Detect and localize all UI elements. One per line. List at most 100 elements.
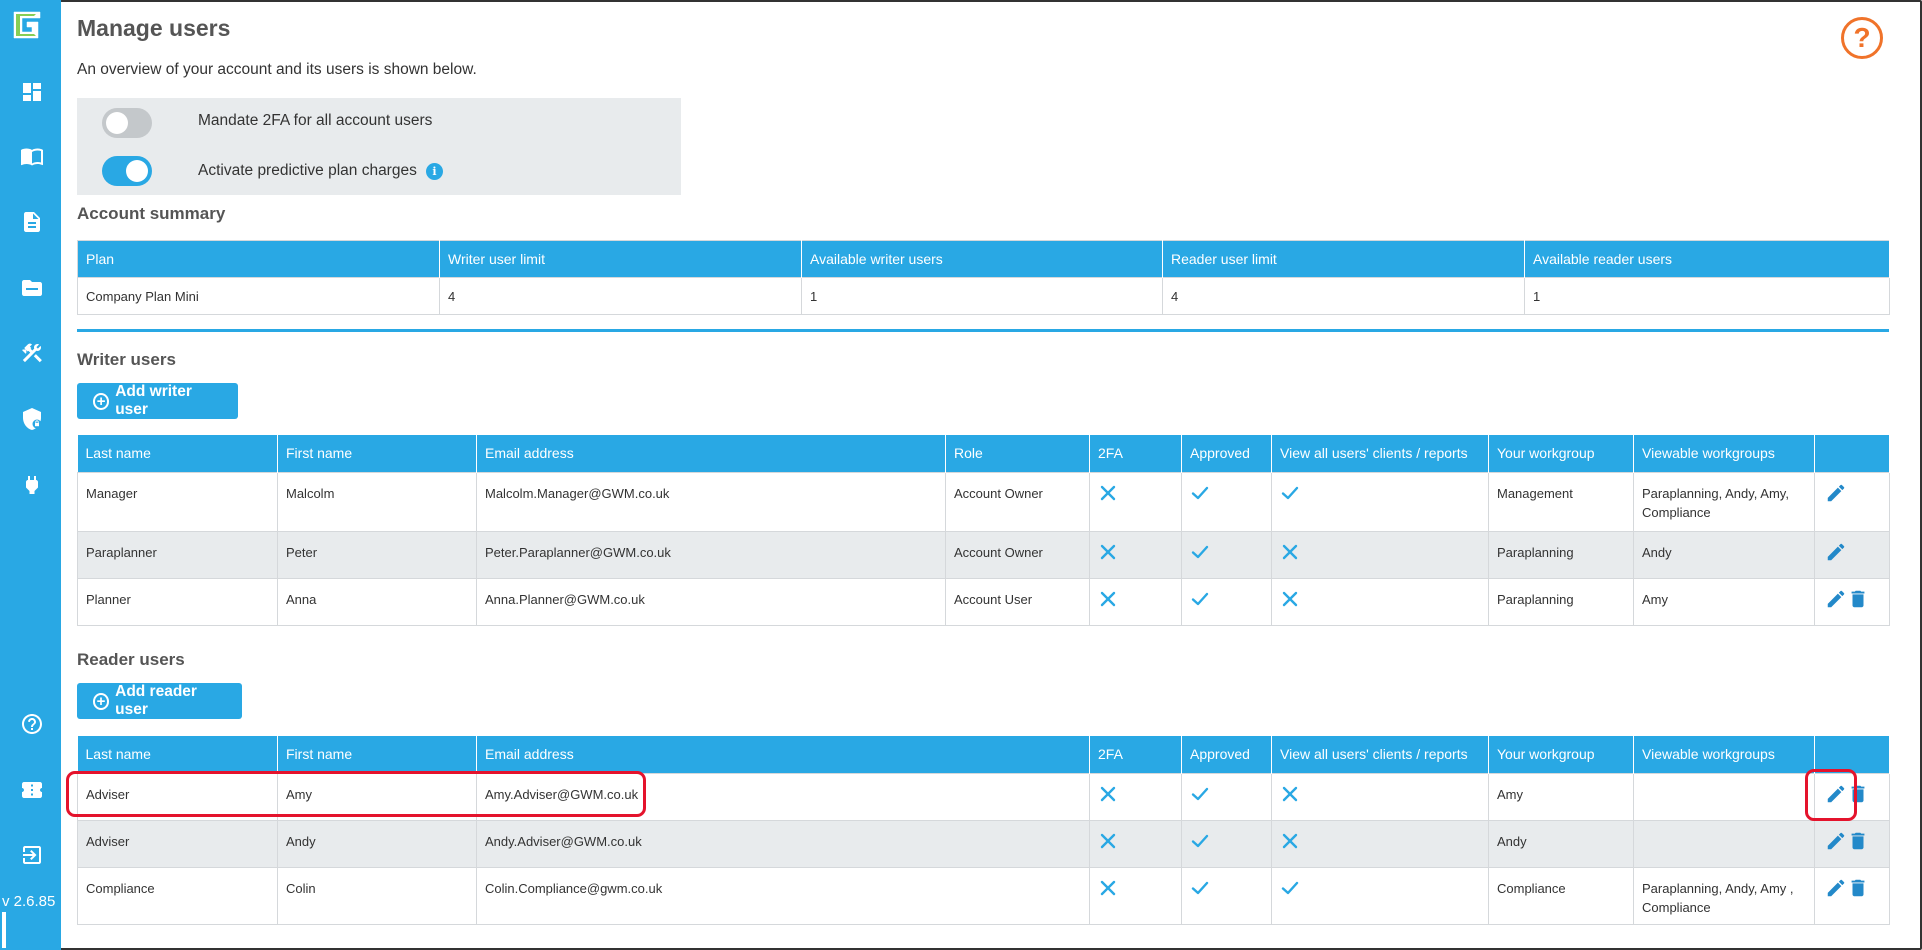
column-header: Viewable workgroups: [1633, 736, 1815, 773]
predictive-charges-toggle[interactable]: [102, 156, 152, 186]
approved-cell: [1181, 866, 1272, 925]
delete-icon[interactable]: [1847, 588, 1869, 610]
highlight-amy-row: [66, 771, 646, 817]
highlight-edit-button: [1805, 769, 1857, 821]
check-icon: [1190, 483, 1210, 503]
row-actions: [1814, 866, 1890, 925]
version-label: v 2.6.85: [2, 893, 56, 910]
check-icon: [1190, 878, 1210, 898]
row-actions: [1814, 577, 1890, 626]
cross-icon: [1098, 542, 1118, 562]
table-row[interactable]: Manager Malcolm Malcolm.Manager@GWM.co.uk A…: [77, 471, 1890, 532]
edit-icon[interactable]: [1825, 830, 1847, 852]
last-name-cell: Adviser: [77, 819, 278, 868]
twofa-cell: [1089, 772, 1182, 821]
last-name-cell: Paraplanner: [77, 530, 278, 579]
column-header: Email address: [476, 736, 1090, 773]
view-all-cell: [1271, 530, 1489, 579]
first-name-cell: Colin: [277, 866, 477, 925]
delete-icon[interactable]: [1847, 830, 1869, 852]
column-header: 2FA: [1089, 435, 1182, 472]
row-actions: [1814, 471, 1890, 532]
writer-limit-value: 4: [439, 277, 802, 315]
section-divider: [77, 329, 1889, 332]
workgroup-cell: Andy: [1488, 819, 1634, 868]
available-readers-value: 1: [1524, 277, 1890, 315]
settings-panel: Mandate 2FA for all account users Activa…: [77, 98, 681, 195]
add-writer-user-button[interactable]: + Add writer user: [77, 383, 238, 419]
plug-icon[interactable]: [19, 472, 45, 498]
workgroup-cell: Management: [1488, 471, 1634, 532]
add-reader-user-label: Add reader user: [115, 683, 197, 718]
help-button[interactable]: ?: [1841, 17, 1883, 59]
header-plan: Plan: [77, 240, 440, 278]
approved-cell: [1181, 819, 1272, 868]
edit-icon[interactable]: [1825, 588, 1847, 610]
viewable-workgroups-cell: Paraplanning, Andy, Amy , Compliance: [1633, 866, 1815, 925]
first-name-cell: Malcolm: [277, 471, 477, 532]
writer-users-title: Writer users: [77, 350, 176, 369]
mandate-2fa-label: Mandate 2FA for all account users: [198, 112, 433, 129]
cross-icon: [1098, 589, 1118, 609]
approved-cell: [1181, 577, 1272, 626]
table-row[interactable]: Planner Anna Anna.Planner@GWM.co.uk Account…: [77, 577, 1890, 626]
check-icon: [1190, 542, 1210, 562]
add-reader-user-button[interactable]: + Add reader user: [77, 683, 242, 719]
workgroup-cell: Compliance: [1488, 866, 1634, 925]
cross-icon: [1280, 589, 1300, 609]
toggle-knob: [106, 112, 128, 134]
info-icon[interactable]: i: [426, 163, 443, 180]
check-icon: [1280, 483, 1300, 503]
plus-circle-icon: +: [93, 392, 110, 410]
folder-icon[interactable]: [19, 275, 45, 301]
viewable-workgroups-cell: Andy: [1633, 530, 1815, 579]
tools-icon[interactable]: [19, 340, 45, 366]
help-circle-icon[interactable]: [19, 711, 45, 737]
delete-icon[interactable]: [1847, 877, 1869, 899]
logout-icon[interactable]: [19, 842, 45, 868]
last-name-cell: Compliance: [77, 866, 278, 925]
column-header: [1814, 435, 1890, 472]
dashboard-icon[interactable]: [19, 79, 45, 105]
available-writers-value: 1: [801, 277, 1163, 315]
add-writer-user-label: Add writer user: [115, 383, 192, 418]
cross-icon: [1098, 483, 1118, 503]
page-title: Manage users: [77, 15, 231, 41]
toggle-knob: [126, 160, 148, 182]
column-header: First name: [277, 435, 477, 472]
column-header: [1814, 736, 1890, 773]
book-icon[interactable]: [19, 143, 45, 169]
role-cell: Account Owner: [945, 471, 1090, 532]
ticket-icon[interactable]: [19, 777, 45, 803]
email-cell: Anna.Planner@GWM.co.uk: [476, 577, 946, 626]
check-icon: [1190, 589, 1210, 609]
cross-icon: [1280, 784, 1300, 804]
table-row[interactable]: Adviser Andy Andy.Adviser@GWM.co.uk Andy: [77, 819, 1890, 868]
reader-limit-value: 4: [1162, 277, 1525, 315]
email-cell: Colin.Compliance@gwm.co.uk: [476, 866, 1090, 925]
account-summary-title: Account summary: [77, 204, 226, 223]
row-actions: [1814, 819, 1890, 868]
table-row[interactable]: Paraplanner Peter Peter.Paraplanner@GWM.co…: [77, 530, 1890, 579]
edit-icon[interactable]: [1825, 482, 1847, 504]
column-header: Approved: [1181, 736, 1272, 773]
first-name-cell: Peter: [277, 530, 477, 579]
shield-lock-icon[interactable]: [19, 406, 45, 432]
cross-icon: [1280, 542, 1300, 562]
edit-icon[interactable]: [1825, 541, 1847, 563]
twofa-cell: [1089, 530, 1182, 579]
table-row[interactable]: Compliance Colin Colin.Compliance@gwm.co.u…: [77, 866, 1890, 925]
logo-icon[interactable]: [10, 8, 44, 42]
check-icon: [1190, 784, 1210, 804]
email-cell: Malcolm.Manager@GWM.co.uk: [476, 471, 946, 532]
document-icon[interactable]: [19, 209, 45, 235]
mandate-2fa-toggle[interactable]: [102, 108, 152, 138]
column-header: View all users' clients / reports: [1271, 736, 1489, 773]
view-all-cell: [1271, 577, 1489, 626]
role-cell: Account Owner: [945, 530, 1090, 579]
viewable-workgroups-cell: [1633, 772, 1815, 821]
view-all-cell: [1271, 772, 1489, 821]
view-all-cell: [1271, 866, 1489, 925]
edit-icon[interactable]: [1825, 877, 1847, 899]
column-header: Your workgroup: [1488, 435, 1634, 472]
